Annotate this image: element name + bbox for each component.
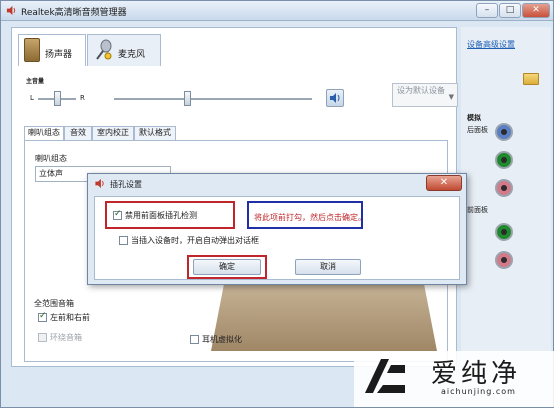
rear-jack-green[interactable] — [495, 151, 513, 169]
dialog-body: 禁用前面板插孔检测 将此项前打勾，然后点击确定。 当插入设备时，开启自动弹出对话… — [94, 196, 460, 280]
front-left-right-checkbox[interactable]: 左前和右前 — [38, 311, 90, 323]
disable-detection-highlight: 禁用前面板插孔检测 — [105, 201, 235, 229]
surround-speakers-label: 环绕音箱 — [50, 333, 82, 342]
tab-speakers[interactable]: 扬声器 — [18, 34, 86, 66]
front-jack-pink[interactable] — [495, 251, 513, 269]
tab-speakers-label: 扬声器 — [45, 50, 73, 60]
ok-button-highlight: 确定 — [187, 255, 267, 279]
analog-title: 模拟 — [467, 114, 481, 122]
close-button[interactable]: ✕ — [522, 3, 550, 18]
volume-slider-track[interactable] — [114, 98, 312, 100]
rear-panel-label: 后面板 — [467, 126, 488, 134]
disable-front-jack-detection-checkbox[interactable]: 禁用前面板插孔检测 — [113, 209, 197, 221]
room-floor-graphic — [211, 281, 437, 351]
ok-button[interactable]: 确定 — [193, 259, 261, 275]
auto-popup-label: 当插入设备时，开启自动弹出对话框 — [131, 236, 259, 245]
advanced-device-settings-link[interactable]: 设备高级设置 — [467, 39, 515, 50]
headphone-virtualization-checkbox[interactable]: 耳机虚拟化 — [190, 334, 242, 345]
balance-right-label: R — [80, 94, 85, 102]
title-bar: Realtek高清晰音频管理器 – □ ✕ — [1, 1, 553, 21]
chevron-down-icon: ▼ — [448, 93, 454, 101]
jack-settings-dialog: 插孔设置 ✕ 禁用前面板插孔检测 将此项前打勾，然后点击确定。 当插入设备时，开… — [87, 173, 467, 285]
surround-speakers-checkbox: 环绕音箱 — [38, 332, 82, 343]
set-default-device-button[interactable]: 设为默认设备 ▼ — [392, 83, 458, 107]
checkbox-checked[interactable] — [38, 311, 47, 322]
tab-default-format[interactable]: 默认格式 — [134, 126, 176, 140]
headphone-virtualization-label: 耳机虚拟化 — [202, 335, 242, 344]
mute-button[interactable] — [326, 89, 344, 107]
speaker-icon — [95, 178, 104, 189]
volume-icon — [330, 93, 340, 103]
disable-front-jack-detection-label: 禁用前面板插孔检测 — [125, 211, 197, 220]
watermark-text: 爱纯净 — [431, 359, 522, 389]
tab-speaker-config[interactable]: 喇叭组态 — [24, 126, 64, 141]
realtek-audio-manager-window: Realtek高清晰音频管理器 – □ ✕ 扬声器 麦克风 主音量 L R 设为… — [0, 0, 554, 408]
folder-icon[interactable] — [523, 73, 539, 85]
microphone-icon — [96, 39, 112, 60]
instruction-text: 将此项前打勾，然后点击确定。 — [254, 213, 366, 222]
speaker-app-icon — [6, 5, 16, 16]
watermark-url: aichunjing.com — [441, 387, 516, 396]
tab-sound-effects[interactable]: 音效 — [64, 126, 92, 140]
front-left-right-label: 左前和右前 — [50, 313, 90, 322]
volume-slider-thumb[interactable] — [184, 91, 191, 106]
device-side-panel: 设备高级设置 模拟 后面板 前面板 — [461, 27, 551, 399]
maximize-button[interactable]: □ — [499, 3, 521, 18]
balance-slider-thumb[interactable] — [54, 91, 61, 106]
minimize-button[interactable]: – — [476, 3, 498, 18]
main-volume-section: 主音量 L R 设为默认设备 ▼ — [26, 72, 458, 112]
tab-room-correction[interactable]: 室内校正 — [92, 126, 134, 140]
rear-jack-pink[interactable] — [495, 179, 513, 197]
checkbox-unchecked[interactable] — [190, 335, 199, 344]
checkbox-checked[interactable] — [113, 209, 122, 220]
balance-left-label: L — [30, 94, 34, 102]
checkbox-unchecked[interactable] — [119, 236, 128, 245]
full-range-speakers-label: 全范围音箱 — [34, 299, 74, 308]
dialog-close-button[interactable]: ✕ — [426, 175, 462, 191]
dialog-title: 插孔设置 — [110, 180, 142, 189]
tab-microphone-label: 麦克风 — [118, 50, 146, 60]
speaker-config-label: 喇叭组态 — [35, 154, 67, 163]
auto-popup-checkbox[interactable]: 当插入设备时，开启自动弹出对话框 — [119, 235, 259, 246]
main-volume-label: 主音量 — [26, 78, 45, 85]
window-title: Realtek高清晰音频管理器 — [21, 8, 127, 18]
front-jack-green[interactable] — [495, 223, 513, 241]
watermark-logo-icon — [365, 359, 405, 393]
speaker-icon — [24, 38, 40, 62]
tab-microphone[interactable]: 麦克风 — [87, 34, 161, 66]
cancel-button[interactable]: 取消 — [295, 259, 361, 275]
set-default-device-label: 设为默认设备 — [397, 86, 445, 95]
checkbox-disabled — [38, 333, 47, 342]
rear-jack-blue[interactable] — [495, 123, 513, 141]
front-panel-label: 前面板 — [467, 206, 488, 214]
instruction-callout: 将此项前打勾，然后点击确定。 — [247, 201, 366, 229]
